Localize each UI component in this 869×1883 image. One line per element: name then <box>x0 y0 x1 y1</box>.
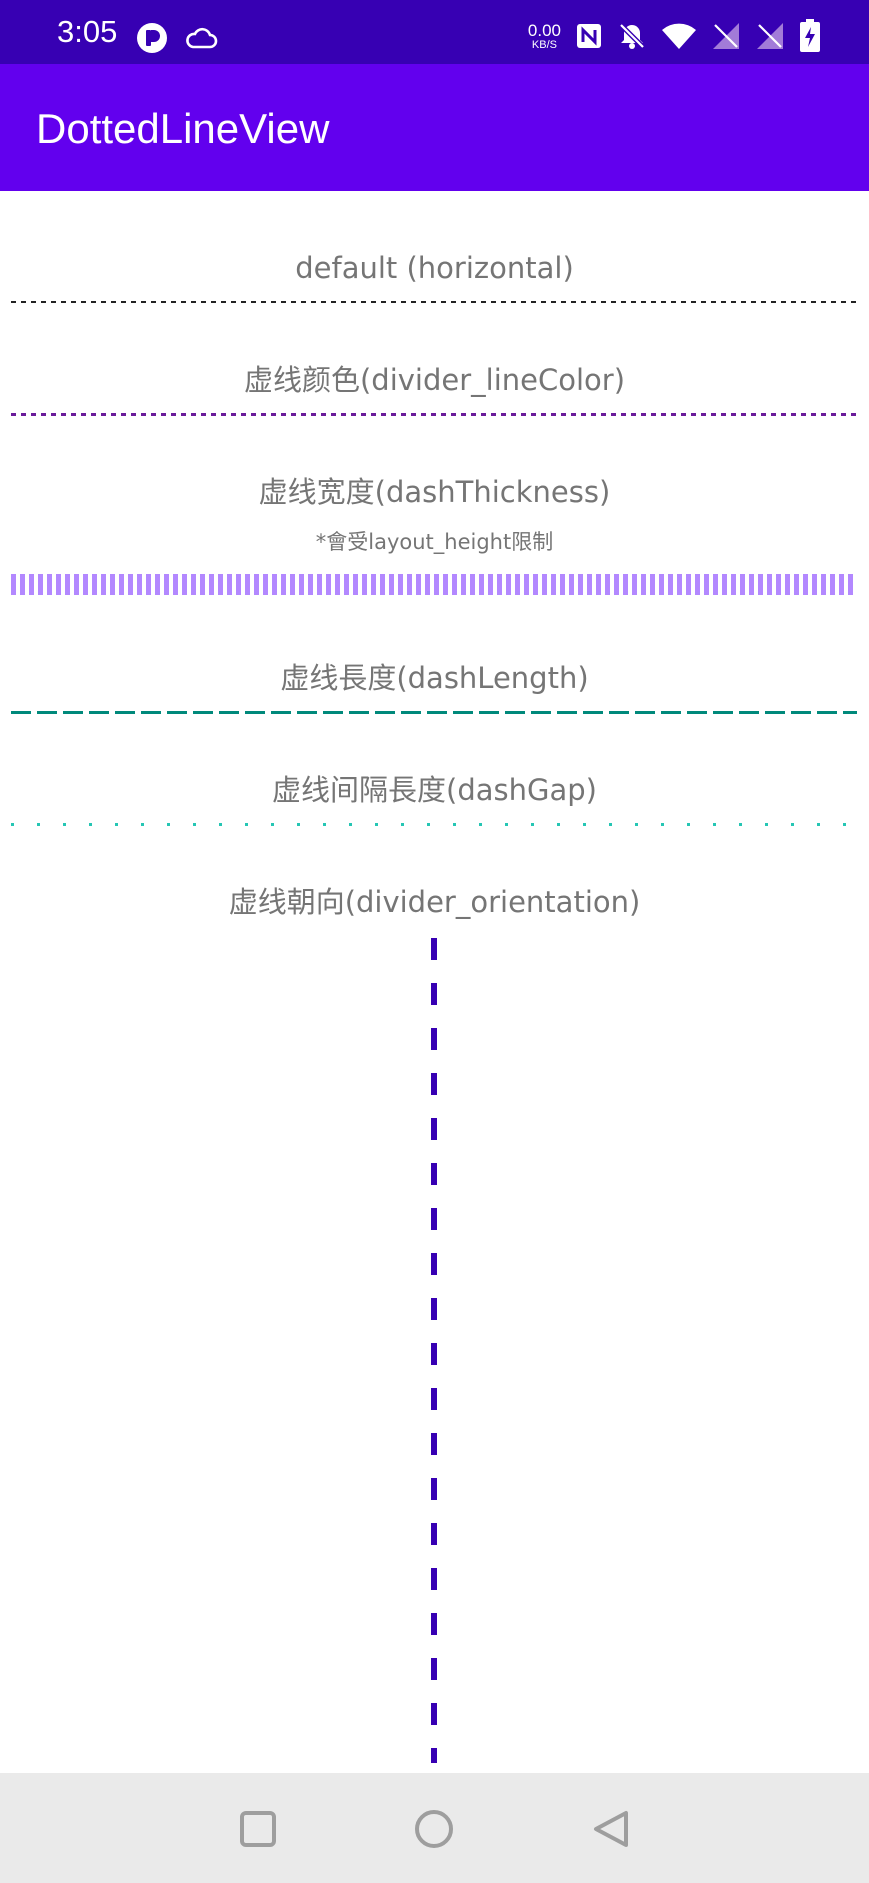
cloud-icon <box>184 25 218 51</box>
status-bar: 3:05 0.00 KB/S <box>0 0 869 64</box>
home-circle-icon <box>404 1799 464 1859</box>
status-time: 3:05 <box>57 14 118 49</box>
network-speed-value: 0.00 <box>527 20 561 40</box>
content-area: default (horizontal) 虚线颜色(divider_lineCo… <box>0 191 869 1773</box>
thickness-section-label: 虚线宽度(dashThickness) <box>258 475 611 509</box>
app-bar: DottedLineView <box>0 64 869 191</box>
orientation-section-label: 虚线朝向(divider_orientation) <box>228 885 641 919</box>
network-speed-unit: KB/S <box>531 38 557 51</box>
bell-off-icon <box>617 21 647 51</box>
recents-button[interactable] <box>228 1799 288 1859</box>
gap-dotted-line <box>11 823 857 826</box>
home-button[interactable] <box>404 1799 464 1859</box>
back-triangle-icon <box>582 1799 642 1859</box>
sim-no-signal-icon <box>711 21 741 51</box>
recents-square-icon <box>228 1799 288 1859</box>
nfc-icon <box>575 22 603 50</box>
color-dotted-line <box>11 413 857 416</box>
color-section-label: 虚线颜色(divider_lineColor) <box>243 363 626 397</box>
default-section-label: default (horizontal) <box>295 251 574 285</box>
back-button[interactable] <box>582 1799 642 1859</box>
app-title: DottedLineView <box>36 105 330 152</box>
sim-no-signal-icon <box>755 21 785 51</box>
navigation-bar <box>0 1773 869 1883</box>
default-dotted-line <box>11 301 857 303</box>
wifi-icon <box>661 22 697 50</box>
status-right-icons: 0.00 KB/S <box>528 16 821 56</box>
length-section-label: 虚线長度(dashLength) <box>280 661 589 695</box>
thickness-section-note: *會受layout_height限制 <box>315 530 554 554</box>
battery-charging-icon <box>799 19 821 53</box>
orientation-vertical-dashed-line <box>431 938 437 1763</box>
length-dashed-line <box>11 711 857 714</box>
network-speed: 0.00 KB/S <box>528 22 561 51</box>
thickness-dotted-line <box>11 574 857 595</box>
status-left-icons <box>136 20 218 56</box>
app-notification-icon <box>136 22 168 54</box>
gap-section-label: 虚线间隔長度(dashGap) <box>272 773 597 807</box>
